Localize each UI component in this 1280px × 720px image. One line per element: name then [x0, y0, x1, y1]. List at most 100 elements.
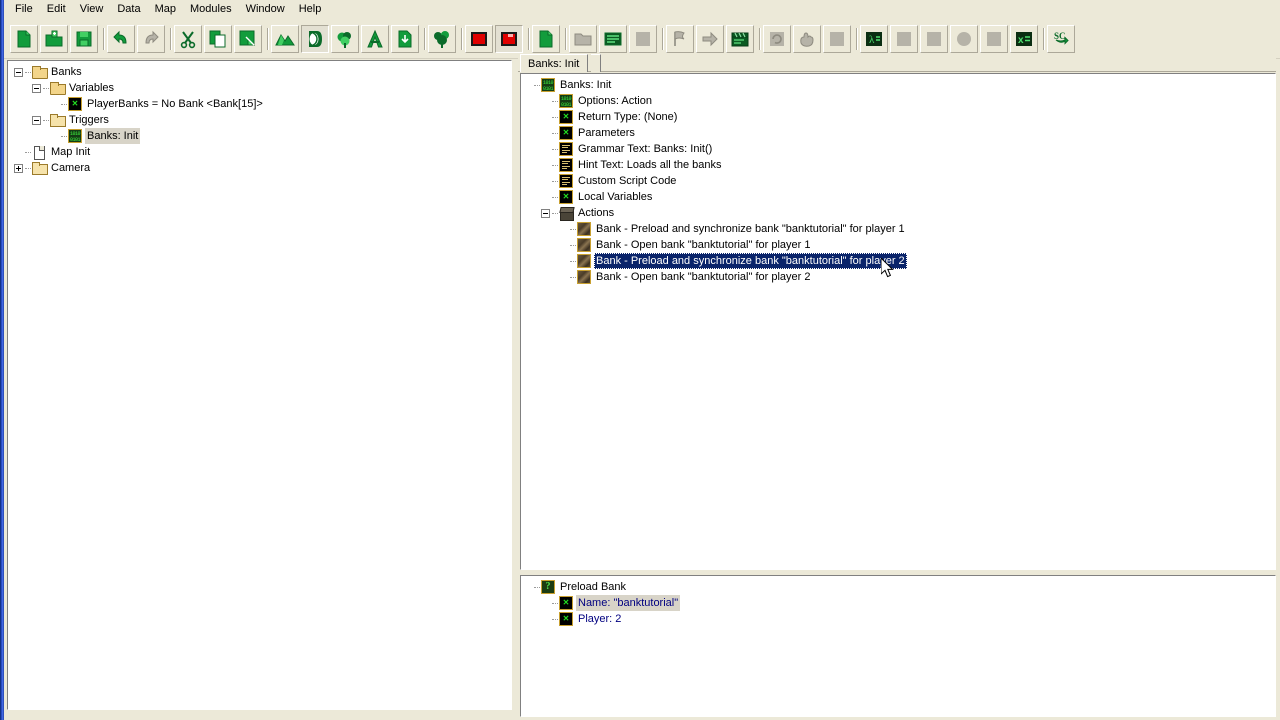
collapse-minus-icon[interactable]: [541, 208, 550, 218]
tree-row[interactable]: ✕ Parameters: [521, 125, 1275, 141]
tree-connector: [552, 116, 558, 118]
new-trigger-button[interactable]: [532, 24, 560, 53]
window-frame-left-edge: [0, 0, 4, 720]
variable-button[interactable]: x: [1010, 24, 1038, 53]
terrain-module-button[interactable]: [271, 24, 299, 53]
tree-connector: [25, 167, 31, 169]
stop-button[interactable]: [465, 24, 493, 53]
expand-plus-icon[interactable]: [14, 163, 23, 173]
tree-row[interactable]: Camera: [8, 160, 511, 176]
letter-a-icon: [365, 29, 385, 49]
tree-row[interactable]: ? Preload Bank: [521, 579, 1275, 595]
editor-window: File Edit View Data Map Modules Window Help λ x S…: [0, 0, 1280, 720]
flag-icon: [670, 29, 690, 49]
tree-row[interactable]: Bank - Open bank "banktutorial" for play…: [521, 269, 1275, 285]
cinematic-button[interactable]: [726, 24, 754, 53]
menu-edit[interactable]: Edit: [40, 1, 73, 19]
tree-row[interactable]: ✕ Local Variables: [521, 189, 1275, 205]
action-parameters-tree[interactable]: ? Preload Bank ✕ Name: "banktutorial" ✕ Playe…: [521, 576, 1275, 627]
tree-connector: [534, 586, 540, 588]
toolbar-separator: [562, 26, 569, 52]
collapse-minus-icon[interactable]: [32, 115, 41, 125]
ai-module-button[interactable]: [428, 24, 456, 53]
tree-row[interactable]: Actions: [521, 205, 1275, 221]
toolbar-separator: [525, 26, 532, 52]
tree-connector: [43, 87, 49, 89]
tree-row[interactable]: ✕ Return Type: (None): [521, 109, 1275, 125]
record-slot-button: [920, 24, 948, 53]
custom-script-button[interactable]: SC: [1047, 24, 1075, 53]
tree-row[interactable]: Hint Text: Loads all the banks: [521, 157, 1275, 173]
action-parameters-panel[interactable]: ? Preload Bank ✕ Name: "banktutorial" ✕ Playe…: [520, 575, 1276, 717]
toolbar-separator: [756, 26, 763, 52]
tree-connector: [61, 135, 67, 137]
undo-arrow-icon: [111, 29, 131, 49]
menu-file[interactable]: File: [8, 1, 40, 19]
trigger-module-button[interactable]: [301, 24, 329, 53]
cut-button[interactable]: [174, 24, 202, 53]
variable-x-icon: ✕: [559, 190, 573, 204]
trigger-content-tree[interactable]: 1010 0101 Banks: Init 1010 0101 Options: Acti…: [521, 74, 1275, 285]
new-script-button[interactable]: [599, 24, 627, 53]
blank-gray-icon-4: [924, 29, 944, 49]
trigger-explorer-panel[interactable]: Banks Variables ✕ PlayerBanks = No Bank <Ba…: [7, 60, 512, 710]
folder-open-icon: [32, 65, 48, 79]
tree-row-label: Hint Text: Loads all the banks: [578, 159, 722, 171]
tree-row[interactable]: Custom Script Code: [521, 173, 1275, 189]
import-module-button[interactable]: [391, 24, 419, 53]
tree-row[interactable]: Banks: [8, 64, 511, 80]
tab-banks-init[interactable]: Banks: Init: [520, 54, 589, 72]
trigger-content-panel[interactable]: 1010 0101 Banks: Init 1010 0101 Options: Acti…: [520, 73, 1276, 570]
new-folder-button: [569, 24, 597, 53]
tree-row[interactable]: ✕ Player: 2: [521, 611, 1275, 627]
tree-row[interactable]: Bank - Preload and synchronize bank "ban…: [521, 253, 1275, 269]
doodad-module-button[interactable]: [331, 24, 359, 53]
tree-row-label: Bank - Open bank "banktutorial" for play…: [596, 239, 811, 251]
menu-help[interactable]: Help: [292, 1, 329, 19]
collapse-minus-icon[interactable]: [32, 83, 41, 93]
copy-button[interactable]: [204, 24, 232, 53]
tree-row[interactable]: Grammar Text: Banks: Init(): [521, 141, 1275, 157]
toolbar-separator: [458, 26, 465, 52]
tree-row[interactable]: 1010 0101 Banks: Init: [8, 128, 511, 144]
bank-action-icon: [577, 270, 591, 284]
tree-row-label: Actions: [578, 207, 615, 219]
save-button[interactable]: [70, 24, 98, 53]
right-arrow-icon: [700, 29, 720, 49]
tree-row-label: Parameters: [578, 127, 635, 139]
tree-connector: [552, 148, 558, 150]
function-button[interactable]: λ: [860, 24, 888, 53]
tree-row[interactable]: Triggers: [8, 112, 511, 128]
tree-row-label: Banks: Init: [560, 79, 612, 91]
menu-modules[interactable]: Modules: [183, 1, 239, 19]
variable-x-icon: ✕: [559, 612, 573, 626]
tree-connector: [552, 164, 558, 166]
open-document-button[interactable]: [40, 24, 68, 53]
tree-row[interactable]: Variables: [8, 80, 511, 96]
tree-connector: [570, 244, 576, 246]
tree-row[interactable]: Map Init: [8, 144, 511, 160]
collapse-minus-icon[interactable]: [14, 67, 23, 77]
tree-row[interactable]: 1010 0101 Banks: Init: [521, 77, 1275, 93]
text-module-button[interactable]: [361, 24, 389, 53]
paste-button[interactable]: [234, 24, 262, 53]
new-document-button[interactable]: [10, 24, 38, 53]
toolbar: λ x SC: [4, 19, 1280, 59]
menu-map[interactable]: Map: [148, 1, 183, 19]
menu-data[interactable]: Data: [110, 1, 147, 19]
tree-row[interactable]: ✕ Name: "banktutorial": [521, 595, 1275, 611]
tree-row[interactable]: ✕ PlayerBanks = No Bank <Bank[15]>: [8, 96, 511, 112]
menu-window[interactable]: Window: [239, 1, 292, 19]
trigger-explorer-tree[interactable]: Banks Variables ✕ PlayerBanks = No Bank <Ba…: [8, 61, 511, 176]
redo-arrow-icon: [141, 29, 161, 49]
tree-row-label: Bank - Preload and synchronize bank "ban…: [596, 223, 905, 235]
tree-row[interactable]: 1010 0101 Options: Action: [521, 93, 1275, 109]
tree-connector: [43, 119, 49, 121]
undo-button[interactable]: [107, 24, 135, 53]
tree-connector: [552, 196, 558, 198]
copy-pages-icon: [208, 29, 228, 49]
record-button[interactable]: [495, 24, 523, 53]
tree-row[interactable]: Bank - Preload and synchronize bank "ban…: [521, 221, 1275, 237]
tree-row[interactable]: Bank - Open bank "banktutorial" for play…: [521, 237, 1275, 253]
menu-view[interactable]: View: [73, 1, 111, 19]
